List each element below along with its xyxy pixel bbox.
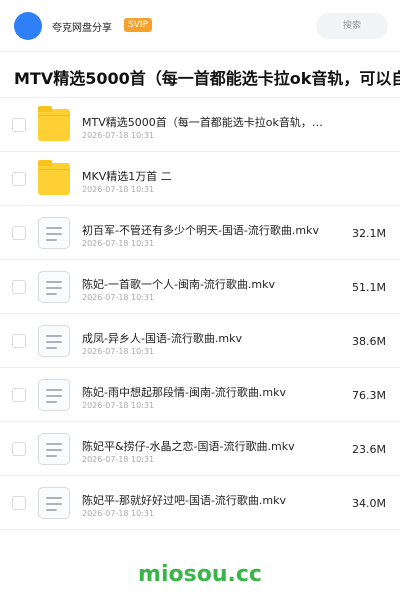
file-name: MKV精选1万首 二 — [82, 170, 172, 183]
avatar[interactable] — [14, 12, 42, 40]
file-size: 23.6M — [352, 443, 386, 456]
file-date: 2026-07-18 10:31 — [82, 347, 155, 356]
file-size: 34.0M — [352, 497, 386, 510]
file-row[interactable]: 陈妃-一首歌一个人-闽南-流行歌曲.mkv 2026-07-18 10:31 5… — [0, 260, 400, 314]
video-file-icon — [38, 433, 70, 465]
file-name: MTV精选5000首（每一首都能选卡拉ok音轨，可以自己在家唱歌） — [82, 116, 332, 129]
file-row[interactable]: MKV精选1万首 二 2026-07-18 10:31 — [0, 152, 400, 206]
search-input[interactable]: 搜索 — [316, 13, 388, 39]
title-bar: MTV精选5000首（每一首都能选卡拉ok音轨，可以自己在 — [0, 52, 400, 98]
file-row[interactable]: MTV精选5000首（每一首都能选卡拉ok音轨，可以自己在家唱歌） 2026-0… — [0, 98, 400, 152]
file-row[interactable]: 陈妃-雨中想起那段情-闽南-流行歌曲.mkv 2026-07-18 10:31 … — [0, 368, 400, 422]
file-row[interactable]: 初百军-不管还有多少个明天-国语-流行歌曲.mkv 2026-07-18 10:… — [0, 206, 400, 260]
file-date: 2026-07-18 10:31 — [82, 185, 155, 194]
video-file-icon — [38, 487, 70, 519]
row-checkbox[interactable] — [12, 334, 26, 348]
file-date: 2026-07-18 10:31 — [82, 401, 155, 410]
row-checkbox[interactable] — [12, 388, 26, 402]
row-checkbox[interactable] — [12, 172, 26, 186]
file-list: MTV精选5000首（每一首都能选卡拉ok音轨，可以自己在家唱歌） 2026-0… — [0, 98, 400, 530]
file-name: 陈妃平&捞仔-水晶之恋-国语-流行歌曲.mkv — [82, 440, 295, 453]
video-file-icon — [38, 217, 70, 249]
file-date: 2026-07-18 10:31 — [82, 131, 155, 140]
file-date: 2026-07-18 10:31 — [82, 293, 155, 302]
file-name: 初百军-不管还有多少个明天-国语-流行歌曲.mkv — [82, 224, 319, 237]
file-size: 51.1M — [352, 281, 386, 294]
file-date: 2026-07-18 10:31 — [82, 509, 155, 518]
watermark: miosou.cc — [138, 562, 262, 587]
file-row[interactable]: 陈妃平-那就好好过吧-国语-流行歌曲.mkv 2026-07-18 10:31 … — [0, 476, 400, 530]
row-checkbox[interactable] — [12, 118, 26, 132]
file-size: 76.3M — [352, 389, 386, 402]
video-file-icon — [38, 325, 70, 357]
svip-badge: SVIP — [124, 18, 152, 32]
row-checkbox[interactable] — [12, 226, 26, 240]
share-name: 夸克网盘分享 — [52, 23, 112, 34]
video-file-icon — [38, 379, 70, 411]
file-name: 陈妃-雨中想起那段情-闽南-流行歌曲.mkv — [82, 386, 286, 399]
folder-icon — [38, 106, 70, 141]
file-row[interactable]: 陈妃平&捞仔-水晶之恋-国语-流行歌曲.mkv 2026-07-18 10:31… — [0, 422, 400, 476]
file-name: 成凤-异乡人-国语-流行歌曲.mkv — [82, 332, 242, 345]
video-file-icon — [38, 271, 70, 303]
file-size: 38.6M — [352, 335, 386, 348]
file-date: 2026-07-18 10:31 — [82, 455, 155, 464]
file-name: 陈妃-一首歌一个人-闽南-流行歌曲.mkv — [82, 278, 275, 291]
row-checkbox[interactable] — [12, 496, 26, 510]
file-name: 陈妃平-那就好好过吧-国语-流行歌曲.mkv — [82, 494, 286, 507]
folder-icon — [38, 160, 70, 195]
file-size: 32.1M — [352, 227, 386, 240]
row-checkbox[interactable] — [12, 442, 26, 456]
file-row[interactable]: 成凤-异乡人-国语-流行歌曲.mkv 2026-07-18 10:31 38.6… — [0, 314, 400, 368]
row-checkbox[interactable] — [12, 280, 26, 294]
header: 夸克网盘分享 SVIP 搜索 — [0, 0, 400, 52]
file-date: 2026-07-18 10:31 — [82, 239, 155, 248]
page-title: MTV精选5000首（每一首都能选卡拉ok音轨，可以自己在 — [14, 69, 400, 88]
